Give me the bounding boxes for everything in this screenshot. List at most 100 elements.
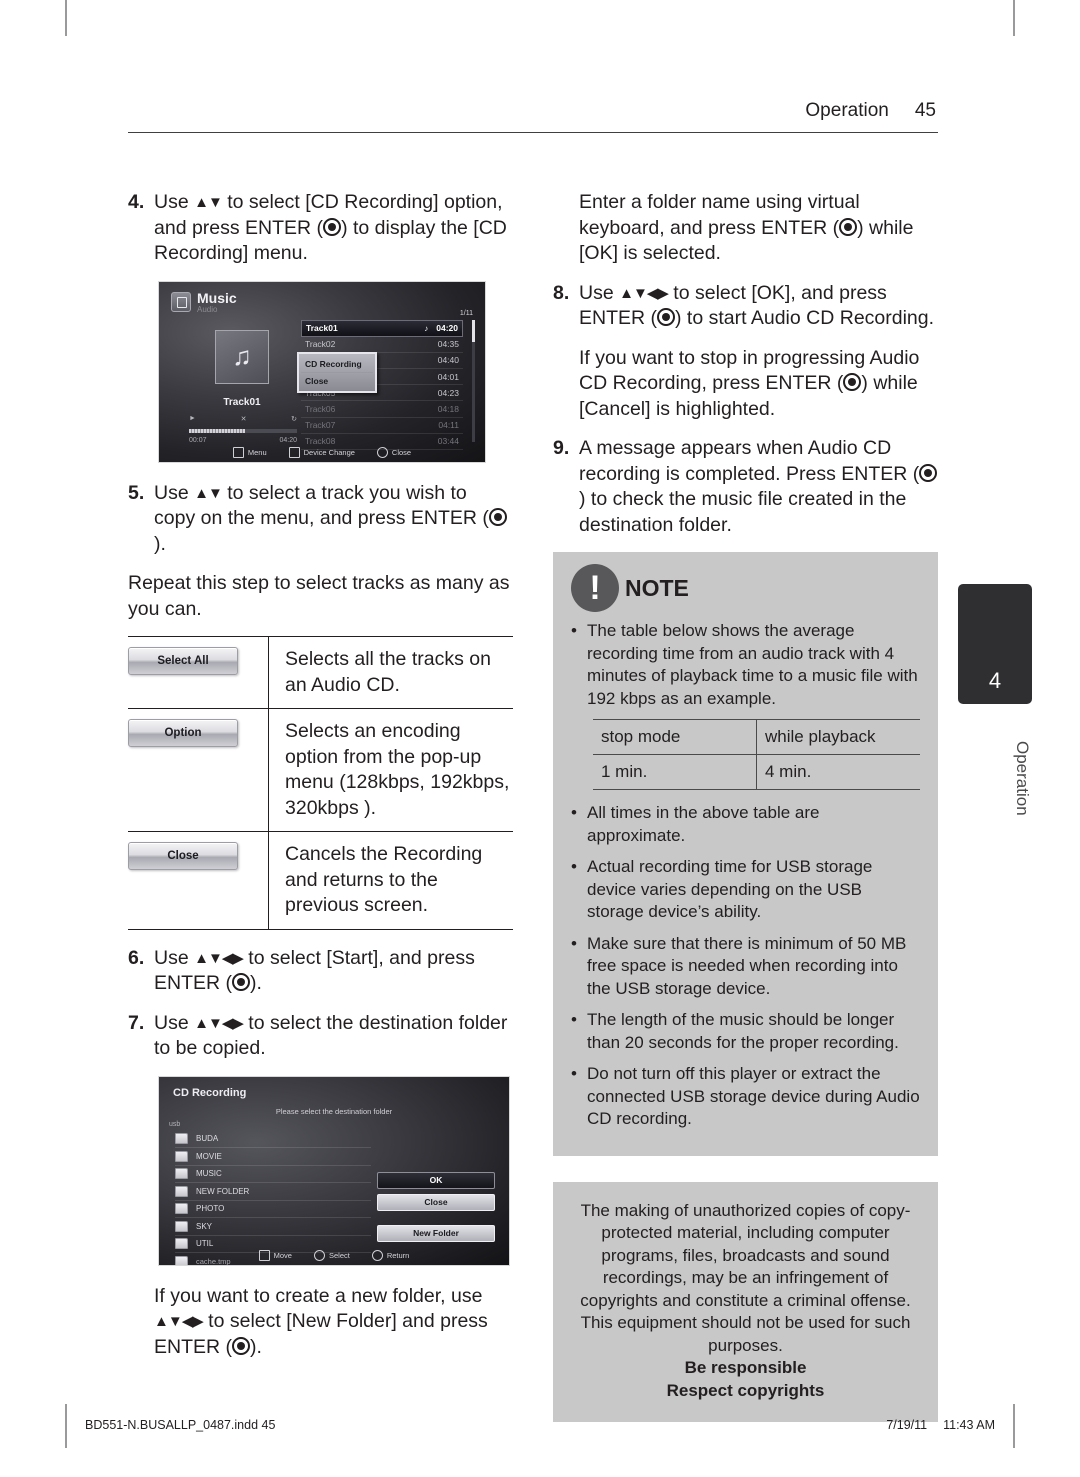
table-header-cell: stop mode — [593, 719, 757, 755]
enter-button-icon — [843, 373, 862, 391]
step-6-text-c: ). — [250, 972, 262, 994]
track-row[interactable]: Track02 04:35 — [301, 337, 463, 353]
folder-icon — [175, 1150, 188, 1162]
shuffle-icon[interactable]: ✕ — [241, 415, 247, 423]
popup-menu-item[interactable]: Close — [301, 373, 373, 389]
bullet-icon: • — [571, 1010, 577, 1029]
step-7-text-a: Use — [154, 1011, 195, 1034]
note-bullet-text: The table below shows the average record… — [587, 621, 918, 708]
note-bullet: • All times in the above table are approx… — [571, 802, 920, 847]
music-subtitle: Audio — [197, 304, 218, 314]
repeat-icon[interactable]: ↻ — [291, 415, 297, 423]
square-key-icon — [232, 446, 244, 458]
ui-button-option[interactable]: Option — [128, 719, 238, 747]
folder-row[interactable]: PHOTO — [175, 1201, 371, 1218]
track-row[interactable]: Track07 04:11 — [301, 418, 463, 434]
enter-button-icon — [919, 463, 938, 482]
rec-button-new-folder[interactable]: New Folder — [377, 1224, 495, 1242]
statusbar-label: Return — [386, 1250, 410, 1260]
music-category-icon — [171, 292, 191, 312]
table-cell: 4 min. — [756, 754, 920, 790]
nav-arrows-icon: ▲▼◀▶ — [619, 284, 669, 302]
statusbar-item: Move — [258, 1249, 292, 1261]
step-7: 7. Use ▲▼◀▶ to select the destination fo… — [128, 1011, 513, 1062]
bullet-icon: • — [571, 933, 577, 953]
step-8: 8. Use ▲▼◀▶ to select [OK], and press EN… — [553, 281, 938, 332]
button-cell: Select All — [128, 636, 269, 709]
side-tab-number: 4 — [988, 668, 1002, 693]
note-bullets-before-table: • The table below shows the average recor… — [571, 620, 920, 710]
note-bullet-text: Actual recording time for USB storage de… — [587, 857, 873, 921]
folder-row[interactable]: SKY — [175, 1218, 371, 1236]
now-playing-title: Track01 — [223, 396, 261, 408]
enter-button-icon — [232, 1336, 250, 1355]
step-9-text: A message appears when Audio CD recordin… — [579, 436, 938, 538]
enter-button-icon — [488, 508, 507, 526]
step-5-text-c: ). — [154, 532, 166, 555]
popup-menu-item[interactable]: CD Recording — [301, 356, 373, 373]
step-9: 9. A message appears when Audio CD recor… — [553, 436, 938, 538]
time-row: 00:07 04:20 — [189, 437, 297, 444]
side-tab: 4 Operation — [958, 584, 1032, 838]
track-time: 04:35 — [437, 339, 459, 350]
track-name: Track01 — [306, 323, 338, 334]
progress-fill — [189, 428, 246, 433]
step-9-number: 9. — [553, 437, 570, 459]
track-row[interactable]: Track06 04:18 — [301, 401, 463, 418]
folder-row[interactable]: MOVIE — [175, 1148, 371, 1166]
folder-row[interactable]: BUDA — [175, 1131, 371, 1148]
cd-recording-popup[interactable]: CD Recording Close — [297, 351, 377, 393]
cd-recording-title: CD Recording — [173, 1086, 247, 1099]
track-name: Track02 — [305, 339, 336, 350]
crop-mark-footer-right — [1013, 1404, 1015, 1448]
page-number: 45 — [914, 100, 936, 121]
ui-button-close[interactable]: Close — [128, 842, 238, 870]
enter-button-icon — [323, 217, 342, 236]
popup-items: CD Recording Close — [301, 356, 373, 389]
statusbar-label: Select — [328, 1250, 350, 1260]
button-cell: Option — [128, 708, 269, 832]
progress-bar[interactable] — [189, 428, 297, 433]
step-6: 6. Use ▲▼◀▶ to select [Start], and press… — [128, 946, 513, 997]
ui-button-select-all[interactable]: Select All — [128, 647, 238, 675]
folder-list[interactable]: BUDA MOVIE MUSIC NEW FOLDER PHOTO SKY UTIL cach… — [175, 1131, 371, 1265]
copyright-paragraph-2: This equipment should not be used for su… — [580, 1313, 911, 1355]
rec-button-ok[interactable]: OK — [377, 1171, 495, 1189]
table-row: 1 min. 4 min. — [593, 754, 920, 790]
play-icon[interactable]: ► — [189, 415, 196, 423]
step-8-note: If you want to stop in progressing Audio… — [579, 346, 938, 423]
bullet-icon: • — [571, 1064, 577, 1083]
step-8-text-a: Use — [579, 281, 620, 304]
button-description-table: Select All Selects all the tracks on an A… — [128, 636, 513, 930]
step-6-number: 6. — [128, 946, 145, 969]
track-row[interactable]: Track01 ♪ 04:20 — [301, 319, 463, 337]
bullet-icon: • — [571, 857, 577, 876]
transport-controls[interactable]: ► ✕ ↻ — [189, 415, 297, 423]
step-5-text-a: Use — [154, 481, 195, 504]
note-bullet-text: The length of the music should be longer… — [587, 1010, 899, 1052]
button-cell: Close — [128, 831, 269, 930]
folder-row[interactable]: MUSIC — [175, 1166, 371, 1183]
step-9-text-a: A message appears when Audio CD recordin… — [579, 437, 920, 485]
new-folder-note-b: to select [New Folder] and press ENTER ( — [154, 1310, 488, 1358]
crop-mark-footer-left — [65, 1404, 67, 1448]
track-list-scrollbar[interactable] — [472, 319, 475, 442]
step-4-number: 4. — [128, 191, 145, 213]
statusbar-label: Close — [391, 447, 412, 457]
album-art: ♫ — [215, 329, 269, 384]
step-4-text: Use ▲▼ to select [CD Recording] option, … — [154, 190, 513, 267]
rec-button-close[interactable]: Close — [377, 1193, 495, 1211]
note-bullet-text: Do not turn off this player or extract t… — [587, 1064, 920, 1128]
side-tab-block: 4 — [958, 584, 1032, 704]
right-column: Enter a folder name using virtual keyboa… — [553, 190, 938, 1422]
folder-name: SKY — [196, 1221, 213, 1231]
folder-name-text-a: Enter a folder name using virtual keyboa… — [579, 191, 860, 239]
track-name: Track08 — [305, 436, 336, 447]
note-bullet: • Make sure that there is minimum of 50 M… — [571, 933, 920, 1001]
music-statusbar: Menu Device Change Close — [159, 446, 485, 458]
step-5: 5. Use ▲▼ to select a track you wish to … — [128, 481, 513, 558]
folder-row[interactable]: NEW FOLDER — [175, 1183, 371, 1201]
note-box: ! NOTE • The table below shows the averag… — [553, 552, 938, 1156]
nav-arrows-icon: ▲▼ — [194, 194, 223, 211]
cd-recording-statusbar: Move Select Return — [159, 1249, 509, 1261]
